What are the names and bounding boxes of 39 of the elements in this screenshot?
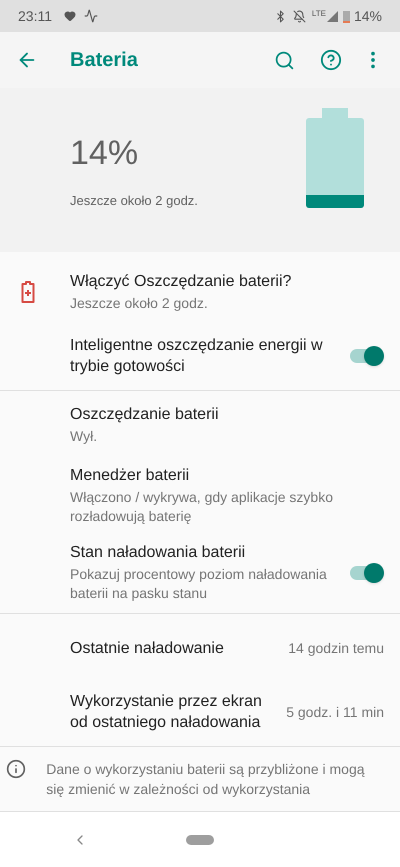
status-time: 23:11 [18, 6, 52, 26]
activity-icon [84, 9, 98, 23]
settings-item[interactable]: Stan naładowania baterii Pokazuj procentowy poziom naładowania baterii na pasku stanu [0, 534, 400, 611]
item-subtitle: Pokazuj procentowy poziom naładowania baterii na pasku stanu [70, 565, 328, 603]
item-title: Włączyć Oszczędzanie baterii? [70, 272, 292, 292]
toggle-switch[interactable] [348, 344, 384, 368]
toggle-switch[interactable] [348, 560, 384, 584]
battery-plus-icon [21, 281, 35, 303]
item-value: 14 godzin temu [287, 638, 384, 658]
item-subtitle: Jeszcze około 2 godz. [70, 294, 209, 313]
toolbar-title: Bateria [70, 48, 138, 73]
settings-item[interactable]: Włączyć Oszczędzanie baterii? Jeszcze około 2 godz. [0, 260, 400, 324]
heart-icon [64, 10, 76, 22]
item-title: Inteligentne oszczędzanie energii w trybie gotowości [70, 336, 324, 377]
signal-icon [326, 10, 338, 22]
search-icon[interactable] [274, 50, 295, 70]
item-subtitle: Włączono / wykrywa, gdy aplikacje szybko rozładowują baterię [70, 488, 334, 526]
battery-estimate: Jeszcze około 2 godz. [70, 192, 199, 210]
battery-percent: 14% [354, 6, 382, 26]
item-title: Ostatnie naładowanie [70, 638, 225, 658]
item-title: Menedżer baterii [70, 466, 190, 486]
settings-item[interactable]: Menedżer baterii Włączono / wykrywa, gdy aplikacje szybko rozładowują baterię [0, 457, 400, 534]
network-label: LTE [312, 8, 326, 20]
settings-item[interactable]: Inteligentne oszczędzanie energii w trybie gotowości [0, 324, 400, 388]
item-subtitle: Wył. [70, 427, 98, 446]
bell-off-icon [292, 10, 306, 22]
info-icon [6, 759, 26, 779]
item-title: Stan naładowania baterii [70, 543, 246, 563]
help-icon[interactable] [320, 49, 342, 71]
battery-percent-large: 14% [70, 133, 140, 174]
item-title: Oszczędzanie baterii [70, 405, 220, 425]
info-text: Dane o wykorzystaniu baterii są przybliżone i mogą się zmienić w zależności od wykorzystania [46, 760, 366, 799]
item-title: Wykorzystanie przez ekran od ostatniego naładowania [70, 692, 263, 733]
battery-icon [342, 10, 350, 22]
item-value: 5 godz. i 11 min [285, 702, 384, 722]
home-pill[interactable] [186, 834, 214, 844]
settings-item[interactable]: Wykorzystanie przez ekran od ostatniego naładowania 5 godz. i 11 min [0, 680, 400, 744]
settings-item[interactable]: Oszczędzanie baterii Wył. [0, 393, 400, 457]
settings-item[interactable]: Ostatnie naładowanie 14 godzin temu [0, 616, 400, 680]
